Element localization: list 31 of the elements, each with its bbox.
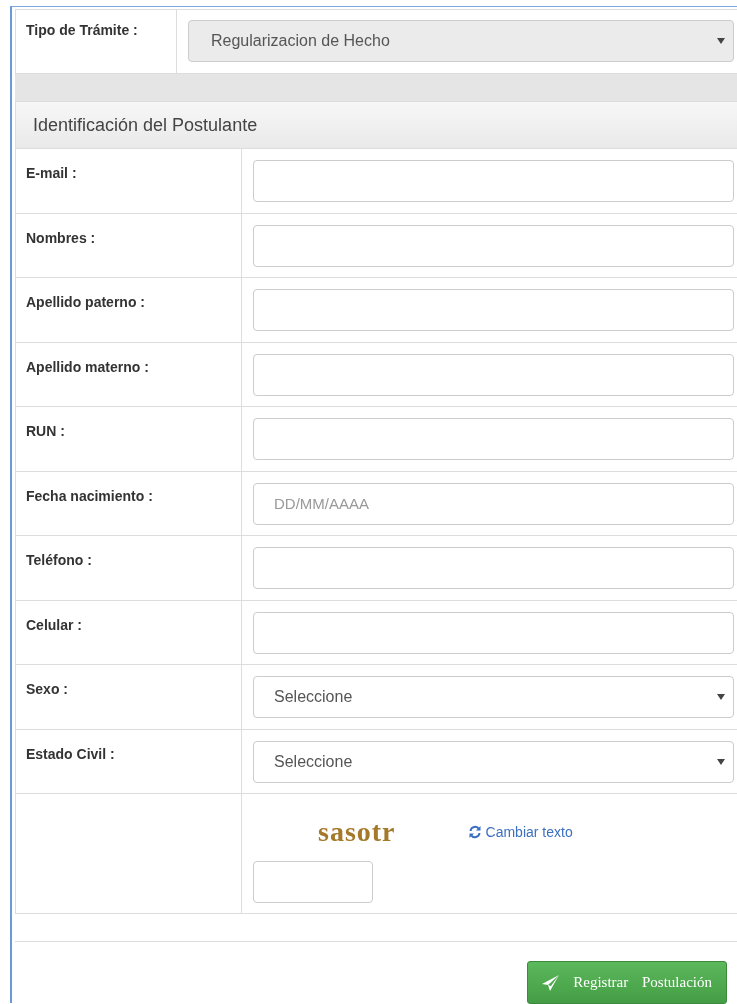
input-field[interactable]	[253, 160, 734, 202]
paper-plane-icon	[542, 974, 560, 991]
input-field[interactable]: DD/MM/AAAA	[253, 482, 734, 525]
field-label: Sexo :	[26, 681, 68, 697]
caret-icon	[717, 38, 725, 44]
panel-header: Identificación del Postulante	[15, 101, 737, 149]
field-label: RUN :	[26, 423, 65, 439]
input-field[interactable]	[253, 224, 734, 267]
field-label: Nombres :	[26, 229, 96, 246]
refresh-link[interactable]: Cambiar texto	[467, 824, 573, 840]
caret-icon	[717, 758, 725, 765]
dropdown[interactable]: Seleccione	[253, 740, 734, 783]
field-label: Celular :	[26, 616, 82, 633]
field-label: Fecha nacimiento :	[26, 487, 153, 504]
input-field[interactable]	[253, 289, 734, 331]
captcha-text: sasotr	[318, 816, 396, 848]
dropdown[interactable]: Regularizacion de Hecho	[188, 20, 734, 62]
field-label: Apellido paterno :	[26, 294, 145, 310]
input-field[interactable]	[253, 611, 734, 654]
input-field[interactable]	[253, 353, 734, 396]
input-field[interactable]	[253, 418, 734, 460]
field-label: Estado Civil :	[26, 745, 115, 762]
refresh-icon	[467, 825, 482, 839]
input-field[interactable]	[253, 547, 734, 589]
caret-icon	[717, 694, 725, 700]
field-label: Apellido materno :	[26, 358, 149, 375]
dropdown[interactable]: Seleccione	[253, 676, 734, 718]
field-label: Tipo de Trámite :	[26, 22, 138, 38]
captcha-input[interactable]	[253, 861, 373, 903]
field-label: Teléfono :	[26, 552, 92, 568]
field-label: E-mail :	[26, 165, 77, 181]
